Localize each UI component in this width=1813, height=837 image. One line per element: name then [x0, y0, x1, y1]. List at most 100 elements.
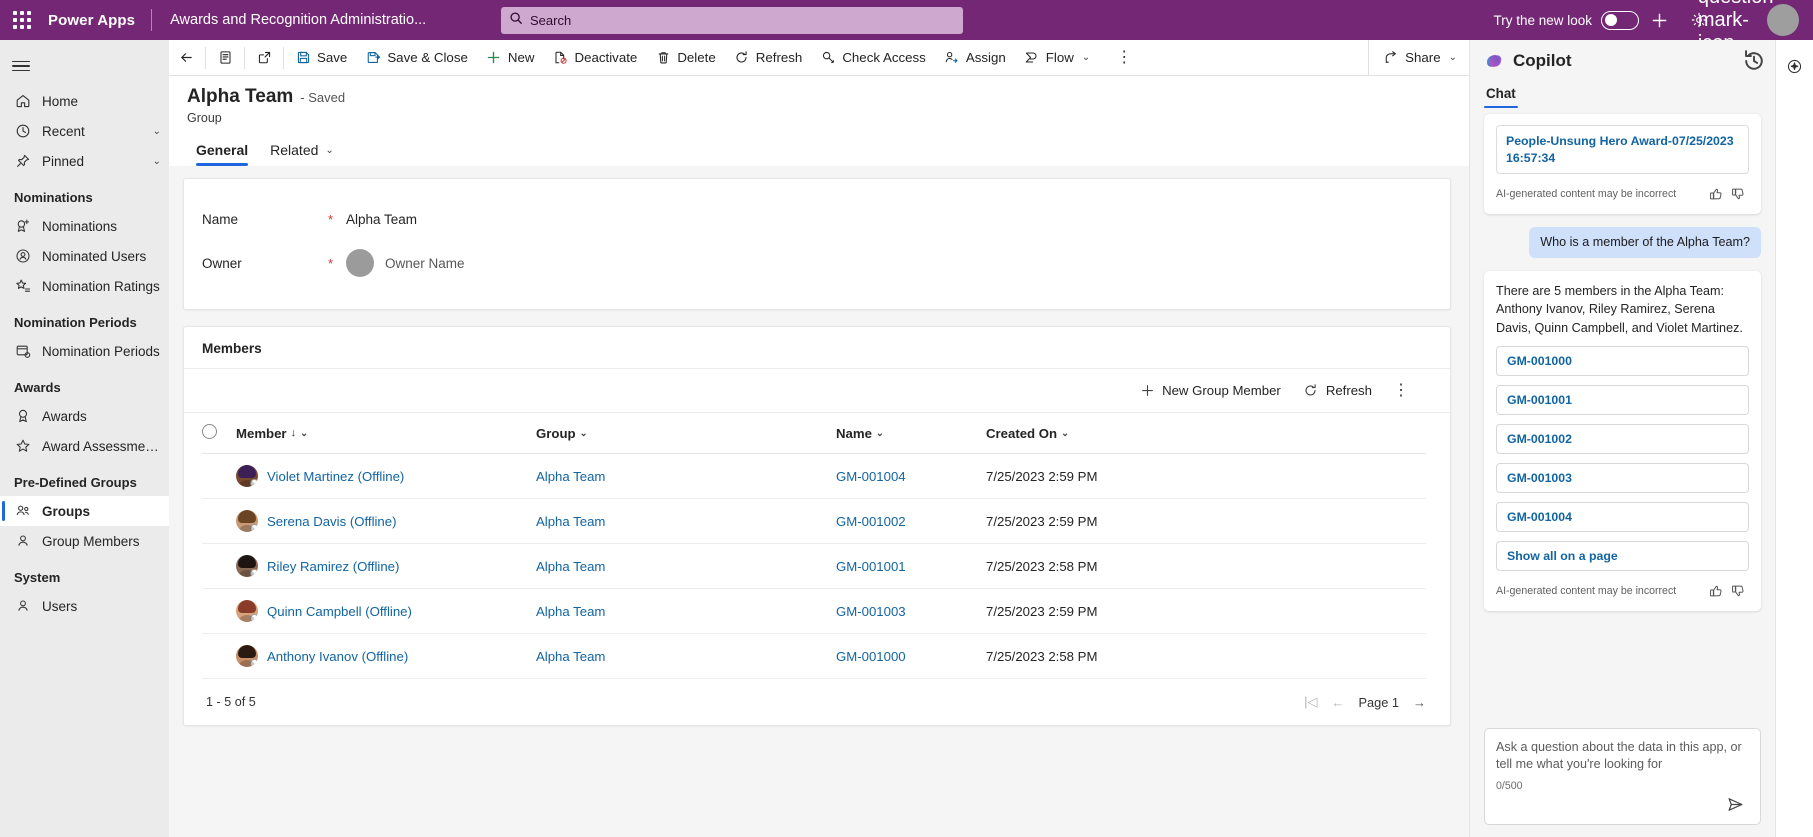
name-link[interactable]: GM-001003	[836, 604, 906, 619]
back-button[interactable]	[169, 40, 203, 76]
page-first-icon[interactable]: |◁	[1304, 694, 1317, 710]
command-overflow-button[interactable]: ⋮	[1099, 40, 1150, 76]
tab-related[interactable]: Related ⌄	[261, 137, 343, 166]
row-select-cell[interactable]	[202, 633, 236, 679]
sidebar-item-group-members[interactable]: Group Members	[0, 526, 169, 556]
table-row[interactable]: Quinn Campbell (Offline) Alpha Team GM-0…	[202, 588, 1426, 634]
group-link[interactable]: Alpha Team	[536, 469, 605, 484]
new-look-toggle[interactable]	[1601, 10, 1639, 30]
page-next-icon[interactable]: →	[1413, 695, 1426, 710]
sidebar-item-nomination-periods[interactable]: Nomination Periods	[0, 336, 169, 366]
sidebar-item-award-assessment[interactable]: Award Assessment R...	[0, 431, 169, 461]
send-icon[interactable]	[1727, 796, 1749, 818]
sidebar-item-home[interactable]: Home	[0, 86, 169, 116]
copilot-reference-link[interactable]: People-Unsung Hero Award-07/25/2023 16:5…	[1496, 125, 1749, 175]
brand-title[interactable]: Power Apps	[44, 12, 151, 29]
sidebar-item-nomination-ratings[interactable]: Nomination Ratings	[0, 271, 169, 301]
save-button[interactable]: Save	[286, 40, 356, 76]
waffle-icon[interactable]	[0, 0, 44, 40]
radio-unchecked-icon[interactable]	[202, 424, 217, 439]
chevron-down-icon[interactable]: ⌄	[153, 126, 161, 137]
sidebar-item-nominations[interactable]: Nominations	[0, 211, 169, 241]
delete-button[interactable]: Delete	[646, 40, 724, 76]
table-row[interactable]: Riley Ramirez (Offline) Alpha Team GM-00…	[202, 543, 1426, 589]
chevron-down-icon[interactable]: ⌄	[1080, 52, 1090, 63]
chevron-down-icon[interactable]: ⌄	[1447, 52, 1457, 63]
save-and-close-button[interactable]: Save & Close	[356, 40, 477, 76]
form-selector-button[interactable]	[208, 40, 242, 76]
column-header-member[interactable]: Member ↓ ⌄	[236, 413, 536, 454]
name-link[interactable]: GM-001000	[836, 649, 906, 664]
search-input[interactable]: Search	[501, 7, 963, 34]
new-button[interactable]: New	[477, 40, 544, 76]
table-row[interactable]: Anthony Ivanov (Offline) Alpha Team GM-0…	[202, 633, 1426, 679]
thumbs-up-icon[interactable]	[1705, 580, 1727, 602]
group-link[interactable]: Alpha Team	[536, 514, 605, 529]
copilot-record-chip[interactable]: GM-001001	[1496, 384, 1749, 415]
copilot-record-chip[interactable]: GM-001002	[1496, 423, 1749, 454]
member-link[interactable]: Anthony Ivanov (Offline)	[267, 649, 408, 664]
name-field[interactable]: Alpha Team	[346, 212, 417, 227]
member-link[interactable]: Quinn Campbell (Offline)	[267, 604, 412, 619]
thumbs-down-icon[interactable]	[1727, 580, 1749, 602]
chevron-down-icon[interactable]: ⌄	[580, 428, 588, 439]
column-header-name[interactable]: Name ⌄	[836, 413, 986, 454]
tab-chat[interactable]: Chat	[1484, 82, 1518, 109]
chevron-down-icon[interactable]: ⌄	[153, 156, 161, 167]
column-header-group[interactable]: Group ⌄	[536, 413, 836, 454]
refresh-button[interactable]: Refresh	[725, 40, 812, 76]
copilot-record-chip[interactable]: GM-001003	[1496, 462, 1749, 493]
chevron-down-icon[interactable]: ⌄	[1061, 428, 1069, 439]
group-link[interactable]: Alpha Team	[536, 649, 605, 664]
copilot-sparkle-icon[interactable]	[1780, 51, 1810, 81]
chevron-down-icon[interactable]: ⌄	[323, 145, 333, 156]
table-row[interactable]: Serena Davis (Offline) Alpha Team GM-001…	[202, 498, 1426, 544]
copilot-show-all-button[interactable]: Show all on a page	[1496, 540, 1749, 571]
column-header-created-on[interactable]: Created On ⌄	[986, 413, 1426, 454]
member-link[interactable]: Serena Davis (Offline)	[267, 514, 397, 529]
owner-field[interactable]: Owner Name	[346, 249, 465, 277]
help-icon[interactable]: question-mark-icon	[1698, 0, 1780, 54]
assign-button[interactable]: Assign	[935, 40, 1015, 76]
deactivate-button[interactable]: Deactivate	[543, 40, 646, 76]
name-link[interactable]: GM-001004	[836, 469, 906, 484]
member-link[interactable]: Riley Ramirez (Offline)	[267, 559, 399, 574]
copilot-record-chip[interactable]: GM-001000	[1496, 345, 1749, 376]
tab-general[interactable]: General	[187, 137, 257, 166]
popout-button[interactable]	[247, 40, 281, 76]
table-row[interactable]: Violet Martinez (Offline) Alpha Team GM-…	[202, 453, 1426, 499]
hamburger-icon[interactable]	[0, 46, 169, 86]
name-link[interactable]: GM-001001	[836, 559, 906, 574]
subgrid-overflow-icon[interactable]: ⋮	[1385, 381, 1418, 401]
page-prev-icon[interactable]: ←	[1331, 695, 1344, 710]
chevron-down-icon[interactable]: ⌄	[876, 428, 884, 439]
row-select-cell[interactable]	[202, 543, 236, 589]
flow-button[interactable]: Flow ⌄	[1015, 40, 1099, 76]
sidebar-item-pinned[interactable]: Pinned ⌄	[0, 146, 169, 176]
copilot-record-chip[interactable]: GM-001004	[1496, 501, 1749, 532]
row-select-cell[interactable]	[202, 588, 236, 634]
sidebar-item-users[interactable]: Users	[0, 591, 169, 621]
sidebar-item-recent[interactable]: Recent ⌄	[0, 116, 169, 146]
new-group-member-button[interactable]: New Group Member	[1130, 378, 1290, 404]
subgrid-refresh-button[interactable]: Refresh	[1294, 378, 1381, 404]
sidebar-item-nominated-users[interactable]: Nominated Users	[0, 241, 169, 271]
app-name[interactable]: Awards and Recognition Administratio...	[152, 12, 426, 28]
chevron-down-icon[interactable]: ⌄	[300, 428, 308, 439]
group-link[interactable]: Alpha Team	[536, 559, 605, 574]
row-select-cell[interactable]	[202, 453, 236, 499]
thumbs-up-icon[interactable]	[1705, 183, 1727, 205]
check-access-button[interactable]: Check Access	[811, 40, 935, 76]
name-link[interactable]: GM-001002	[836, 514, 906, 529]
share-button[interactable]: Share ⌄	[1369, 40, 1469, 76]
sidebar-item-awards[interactable]: Awards	[0, 401, 169, 431]
history-icon[interactable]	[1741, 48, 1767, 74]
copilot-input[interactable]: Ask a question about the data in this ap…	[1484, 727, 1761, 825]
group-link[interactable]: Alpha Team	[536, 604, 605, 619]
select-all-header[interactable]	[202, 413, 236, 454]
member-link[interactable]: Violet Martinez (Offline)	[267, 469, 404, 484]
thumbs-down-icon[interactable]	[1727, 183, 1749, 205]
row-select-cell[interactable]	[202, 498, 236, 544]
user-avatar[interactable]	[1767, 4, 1799, 36]
plus-icon[interactable]	[1639, 0, 1679, 40]
